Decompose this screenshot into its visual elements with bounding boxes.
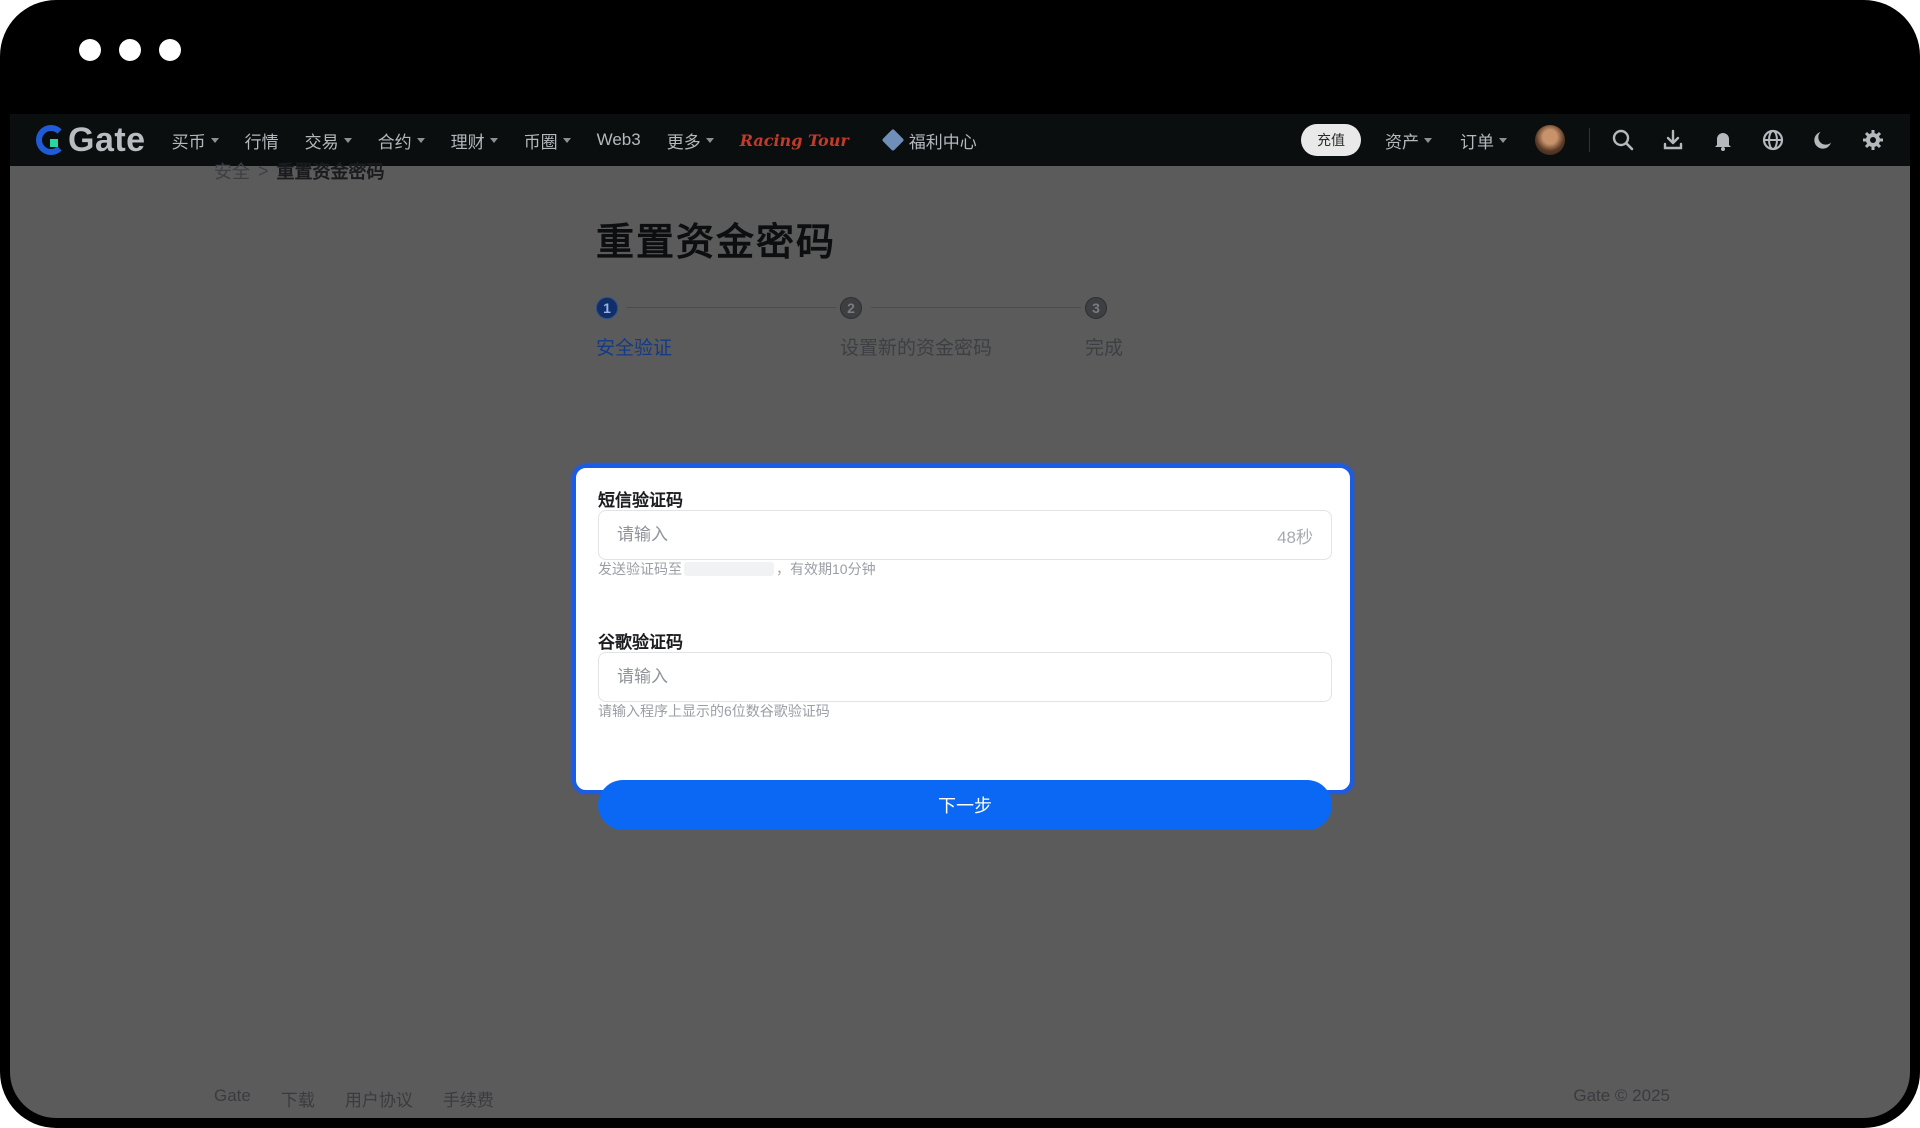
nav-item-label: 行情 <box>244 132 279 152</box>
step-number: 3 <box>1085 297 1107 319</box>
breadcrumb-security-link[interactable]: 安全 <box>214 158 250 184</box>
sms-code-field[interactable]: 48秒 <box>598 510 1332 560</box>
cube-icon <box>881 128 905 152</box>
step-connector <box>626 307 836 308</box>
logo-text: Gate <box>68 120 146 159</box>
chevron-down-icon <box>489 137 498 143</box>
nav-right: 充值 资产 订单 <box>1301 114 1910 166</box>
stepper: 1 安全验证 2 设置新的资金密码 3 完成 <box>596 297 1136 359</box>
nav-item-trade[interactable]: 交易 <box>305 128 352 153</box>
nav-item-futures[interactable]: 合约 <box>378 128 425 153</box>
window-dot-1[interactable] <box>79 39 101 61</box>
step-label: 完成 <box>1085 338 1124 359</box>
sms-hint-prefix: 发送验证码至 <box>598 561 682 577</box>
chevron-down-icon <box>1499 137 1507 143</box>
avatar[interactable] <box>1535 125 1565 155</box>
gear-icon[interactable] <box>1860 127 1886 153</box>
chevron-down-icon <box>210 137 219 143</box>
nav-menu: 买币 行情 交易 合约 理财 币圈 Web3 更多 Racing Tour 福利… <box>172 128 977 153</box>
nav-item-more[interactable]: 更多 <box>667 128 714 153</box>
deposit-button[interactable]: 充值 <box>1301 124 1361 156</box>
nav-item-label: Web3 <box>596 130 641 149</box>
step-number: 2 <box>840 297 862 319</box>
nav-item-markets[interactable]: 行情 <box>245 128 279 153</box>
sms-hint-suffix: ，有效期10分钟 <box>776 561 876 577</box>
page-title: 重置资金密码 <box>596 222 837 264</box>
chevron-down-icon <box>416 137 425 143</box>
google-hint: 请输入程序上显示的6位数谷歌验证码 <box>598 703 830 719</box>
footer-copyright: Gate © 2025 <box>1573 1086 1670 1105</box>
nav-item-label: 买币 <box>171 132 206 152</box>
google-code-label: 谷歌验证码 <box>598 633 683 652</box>
masked-phone-number <box>684 562 774 576</box>
footer-link-user-agreement[interactable]: 用户协议 <box>345 1086 413 1111</box>
browser-viewport: Gate 买币 行情 交易 合约 理财 币圈 Web3 更多 Racing To… <box>10 114 1910 1118</box>
device-frame: Gate 买币 行情 交易 合约 理财 币圈 Web3 更多 Racing To… <box>0 0 1920 1128</box>
nav-item-web3[interactable]: Web3 <box>597 130 641 150</box>
nav-divider <box>1589 128 1590 152</box>
window-controls <box>79 39 181 61</box>
breadcrumb-separator: > <box>258 160 269 181</box>
google-code-input[interactable] <box>617 667 1313 687</box>
welfare-label: 福利中心 <box>908 132 977 152</box>
nav-item-square[interactable]: 币圈 <box>524 128 571 153</box>
verification-form-card: 短信验证码 48秒 发送验证码至 ，有效期10分钟 谷歌验证码 请输入程序上显示… <box>572 464 1354 830</box>
next-step-button[interactable]: 下一步 <box>598 780 1332 830</box>
nav-item-label: 更多 <box>666 132 701 152</box>
sms-hint: 发送验证码至 ，有效期10分钟 <box>598 559 876 579</box>
step-label: 安全验证 <box>596 338 673 359</box>
search-icon[interactable] <box>1610 127 1636 153</box>
chevron-down-icon <box>705 137 714 143</box>
chevron-down-icon <box>343 137 352 143</box>
footer-links: Gate 下载 用户协议 手续费 <box>214 1086 494 1111</box>
step-connector <box>871 307 1081 308</box>
nav-item-buy-crypto[interactable]: 买币 <box>172 128 219 153</box>
chevron-down-icon <box>562 137 571 143</box>
assets-label: 资产 <box>1385 132 1419 152</box>
nav-item-label: 理财 <box>450 132 485 152</box>
nav-item-earn[interactable]: 理财 <box>451 128 498 153</box>
nav-item-label: 合约 <box>377 132 412 152</box>
assets-menu[interactable]: 资产 <box>1385 128 1432 153</box>
step-number: 1 <box>596 297 618 319</box>
globe-icon[interactable] <box>1760 127 1786 153</box>
resend-countdown: 48秒 <box>1277 527 1313 547</box>
sms-code-label: 短信验证码 <box>598 491 683 510</box>
breadcrumb-current: 重置资金密码 <box>276 162 385 182</box>
footer-link-gate[interactable]: Gate <box>214 1086 251 1111</box>
nav-item-label: 交易 <box>304 132 339 152</box>
step-label: 设置新的资金密码 <box>840 338 993 359</box>
step-complete: 3 完成 <box>1085 297 1123 359</box>
step-set-new-fund-password: 2 设置新的资金密码 <box>840 297 992 359</box>
orders-label: 订单 <box>1460 132 1494 152</box>
sms-code-input[interactable] <box>617 525 1278 545</box>
google-code-field[interactable] <box>598 652 1332 702</box>
chevron-down-icon <box>1424 137 1432 143</box>
racing-tour-promo[interactable]: Racing Tour <box>740 131 849 150</box>
step-security-verification: 1 安全验证 <box>596 297 672 359</box>
window-dot-2[interactable] <box>119 39 141 61</box>
download-icon[interactable] <box>1660 127 1686 153</box>
footer-link-download[interactable]: 下载 <box>281 1086 315 1111</box>
gate-logo-icon <box>36 125 66 155</box>
window-dot-3[interactable] <box>159 39 181 61</box>
gate-logo[interactable]: Gate <box>36 114 146 166</box>
breadcrumb: 安全 > 重置资金密码 <box>214 158 385 184</box>
moon-icon[interactable] <box>1810 127 1836 153</box>
welfare-center-link[interactable]: 福利中心 <box>881 128 977 153</box>
nav-item-label: 币圈 <box>523 132 558 152</box>
footer-link-fees[interactable]: 手续费 <box>443 1086 494 1111</box>
orders-menu[interactable]: 订单 <box>1460 128 1507 153</box>
bell-icon[interactable] <box>1710 127 1736 153</box>
